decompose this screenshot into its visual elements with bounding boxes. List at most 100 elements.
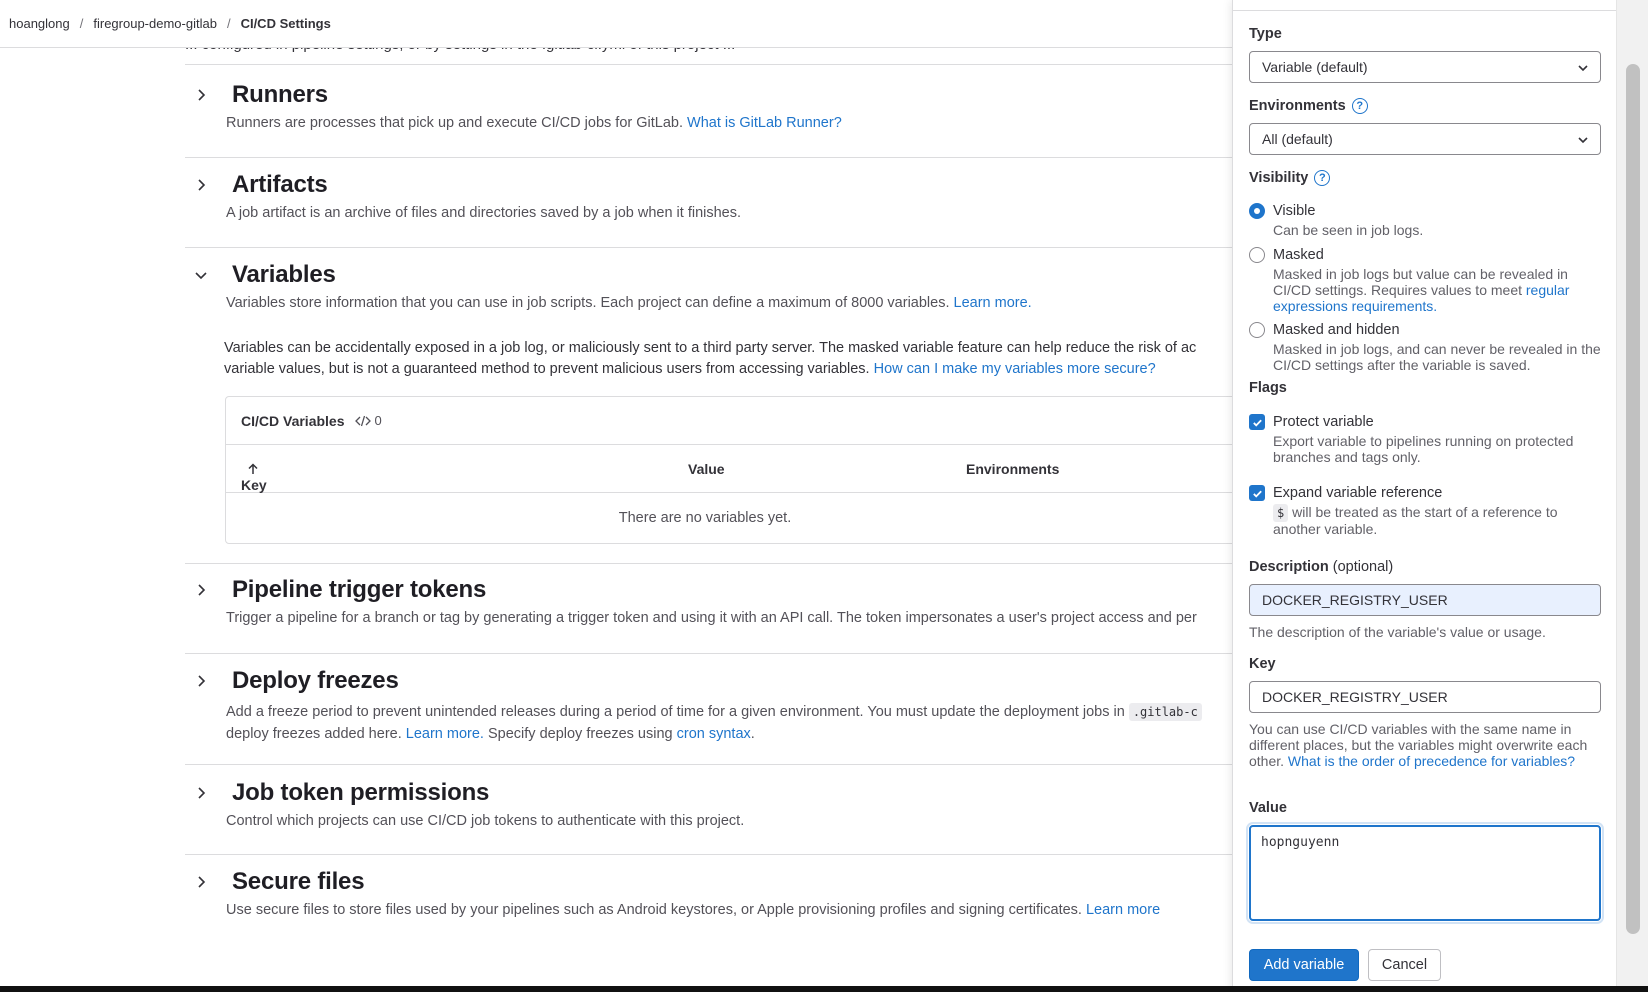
section-description: Use secure files to store files used by … [226,902,1232,918]
chevron-right-icon [193,874,209,890]
section-triggers-toggle[interactable]: Pipeline trigger tokens [185,576,1232,604]
option-label: Visible [1273,203,1316,219]
section-description: A job artifact is an archive of files an… [226,205,742,221]
section-title: Secure files [232,868,365,895]
precedence-link[interactable]: What is the order of precedence for vari… [1288,753,1575,769]
section-description-text: Runners are processes that pick up and e… [226,115,683,131]
variables-warning: Variables can be accidentally exposed in… [224,338,1196,380]
visibility-label-text: Visibility [1249,170,1309,186]
breadcrumb-separator: / [226,16,231,31]
variables-learn-more-link[interactable]: Learn more. [954,295,1032,311]
chevron-down-icon [193,267,209,283]
section-description: Trigger a pipeline for a branch or tag b… [226,610,1197,626]
column-value: Value [688,461,725,477]
warning-text: Variables can be accidentally exposed in… [224,340,1197,356]
section-divider [185,653,1232,654]
type-select[interactable]: Variable (default) [1249,51,1601,83]
flag-protect-variable[interactable]: Protect variable Export variable to pipe… [1249,413,1601,465]
radio-visible[interactable] [1249,203,1265,219]
warning-text: variable values, but is not a guaranteed… [224,361,870,377]
radio-masked[interactable] [1249,247,1265,263]
scrollbar-thumb[interactable] [1626,64,1640,934]
flag-expand-reference[interactable]: Expand variable reference $ will be trea… [1249,484,1601,537]
option-help: Export variable to pipelines running on … [1273,433,1574,465]
section-deploy-freezes: Deploy freezes Add a freeze period to pr… [185,667,1232,745]
cancel-button[interactable]: Cancel [1368,949,1441,981]
section-description: Add a freeze period to prevent unintende… [226,701,1232,745]
secure-variables-link[interactable]: How can I make my variables more secure? [874,361,1156,377]
section-runners-toggle[interactable]: Runners [185,81,1232,109]
freezes-learn-more-link[interactable]: Learn more. [406,726,484,742]
section-description: Variables store information that you can… [226,295,1232,311]
question-circle-icon[interactable]: ? [1314,170,1331,186]
option-label: Expand variable reference [1273,485,1443,501]
option-help-text: Masked in job logs but value can be reve… [1273,266,1568,298]
section-description-text: Use secure files to store files used by … [226,902,1082,918]
chevron-down-icon [1578,65,1588,72]
section-description-text: Add a freeze period to prevent unintende… [226,704,1125,720]
chevron-right-icon [193,582,209,598]
section-divider [185,563,1232,564]
description-help: The description of the variable's value … [1249,624,1546,640]
dollar-code: $ [1273,504,1289,522]
question-circle-icon[interactable]: ? [1351,98,1368,114]
section-title: Runners [232,81,328,108]
radio-masked-hidden[interactable] [1249,322,1265,338]
section-job-token-toggle[interactable]: Job token permissions [185,779,1232,807]
value-textarea[interactable]: hopnguyenn [1249,825,1601,921]
section-job-token: Job token permissions Control which proj… [185,779,1232,829]
variable-count: 0 [354,413,382,428]
column-key[interactable]: Key [241,461,267,493]
expand-reference-checkbox[interactable] [1249,485,1265,501]
section-variables: Variables Variables store information th… [185,261,1232,311]
option-help: Masked in job logs but value can be reve… [1273,266,1601,314]
gitlab-runner-link[interactable]: What is GitLab Runner? [687,115,842,131]
section-title: Pipeline trigger tokens [232,576,487,603]
column-key-label: Key [241,477,267,493]
chevron-right-icon [193,177,209,193]
chevron-right-icon [193,87,209,103]
key-help: You can use CI/CD variables with the sam… [1249,721,1601,769]
description-input[interactable] [1249,584,1601,616]
breadcrumb-item-user[interactable]: hoanglong [9,16,70,31]
section-secure-files-toggle[interactable]: Secure files [185,868,1232,896]
type-select-value: Variable (default) [1262,59,1368,75]
environments-select[interactable]: All (default) [1249,123,1601,155]
section-pipeline-triggers: Pipeline trigger tokens Trigger a pipeli… [185,576,1232,626]
breadcrumb-item-project[interactable]: firegroup-demo-gitlab [93,16,217,31]
protect-variable-checkbox[interactable] [1249,414,1265,430]
check-icon [1252,419,1262,427]
clipped-text: ... configured in pipeline settings, or … [185,48,1232,56]
optional-tag: (optional) [1332,559,1394,575]
visibility-option-masked[interactable]: Masked Masked in job logs but value can … [1249,246,1601,314]
description-label: Description (optional) [1249,559,1393,575]
table-header: Key Value Environments [226,445,1232,493]
section-title: Variables [232,261,336,288]
breadcrumb-item-current: CI/CD Settings [240,16,331,31]
cicd-variables-card: CI/CD Variables 0 Key Value Environments… [225,396,1232,544]
visibility-option-masked-hidden[interactable]: Masked and hidden Masked in job logs, an… [1249,321,1601,373]
chevron-right-icon [193,785,209,801]
key-input[interactable] [1249,681,1601,713]
section-variables-toggle[interactable]: Variables [185,261,1232,289]
section-divider [185,157,1232,158]
visibility-label: Visibility ? [1249,170,1331,186]
page-scrollbar[interactable] [1616,0,1648,992]
variable-count-value: 0 [374,413,382,428]
breadcrumb: hoanglong / firegroup-demo-gitlab / CI/C… [0,0,1232,48]
add-variable-button[interactable]: Add variable [1249,949,1359,981]
drawer-divider [1233,10,1616,11]
sort-arrow-up-icon [248,463,258,474]
section-freezes-toggle[interactable]: Deploy freezes [185,667,1232,695]
option-help: Masked in job logs, and can never be rev… [1273,341,1601,373]
secure-files-learn-more-link[interactable]: Learn more [1086,902,1160,918]
section-artifacts-toggle[interactable]: Artifacts [185,171,1232,199]
section-description-text: Variables store information that you can… [226,295,950,311]
section-divider [185,854,1232,855]
cron-syntax-link[interactable]: cron syntax [677,726,751,742]
section-artifacts: Artifacts A job artifact is an archive o… [185,171,1232,221]
visibility-option-visible[interactable]: Visible Can be seen in job logs. [1249,202,1601,238]
flags-label: Flags [1249,380,1287,396]
section-description: Control which projects can use CI/CD job… [226,813,745,829]
chevron-down-icon [1578,137,1588,144]
